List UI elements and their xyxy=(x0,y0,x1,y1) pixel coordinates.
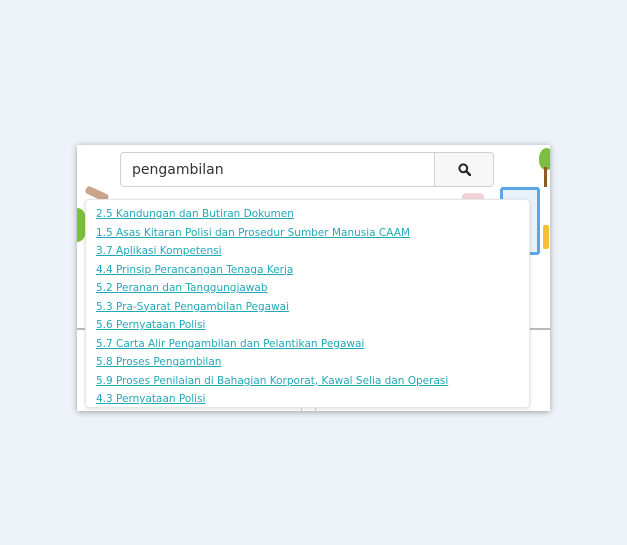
search-bar xyxy=(120,152,494,187)
tree-trunk-illustration xyxy=(544,167,547,187)
search-result-link[interactable]: 1.5 Asas Kitaran Polisi dan Prosedur Sum… xyxy=(96,224,529,243)
search-result-link[interactable]: 5.6 Pernyataan Polisi xyxy=(96,316,529,335)
search-result-link[interactable]: 5.3 Pra-Syarat Pengambilan Pegawai xyxy=(96,298,529,317)
search-result-link[interactable]: 5.9 Proses Penilaian di Bahagian Korpora… xyxy=(96,372,529,391)
search-results-dropdown: 2.5 Kandungan dan Butiran Dokumen 1.5 As… xyxy=(85,199,530,408)
search-result-link[interactable]: 4.4 Prinsip Perancangan Tenaga Kerja xyxy=(96,261,529,280)
search-result-link[interactable]: 3.7 Aplikasi Kompetensi xyxy=(96,242,529,261)
search-result-link[interactable]: 5.8 Proses Pengambilan xyxy=(96,353,529,372)
plant-illustration xyxy=(77,208,85,242)
person-figure-illustration xyxy=(543,225,549,249)
search-input[interactable] xyxy=(121,153,434,186)
search-result-link[interactable]: 5.2 Peranan dan Tanggungjawab xyxy=(96,279,529,298)
search-result-link[interactable]: 4.3 Pernyataan Polisi xyxy=(96,390,529,409)
search-button[interactable] xyxy=(434,153,493,186)
search-icon xyxy=(457,163,471,176)
search-result-link[interactable]: 2.5 Kandungan dan Butiran Dokumen xyxy=(96,205,529,224)
search-result-link[interactable]: 5.7 Carta Alir Pengambilan dan Pelantika… xyxy=(96,335,529,354)
search-panel: 2.5 Kandungan dan Butiran Dokumen 1.5 As… xyxy=(77,145,550,411)
